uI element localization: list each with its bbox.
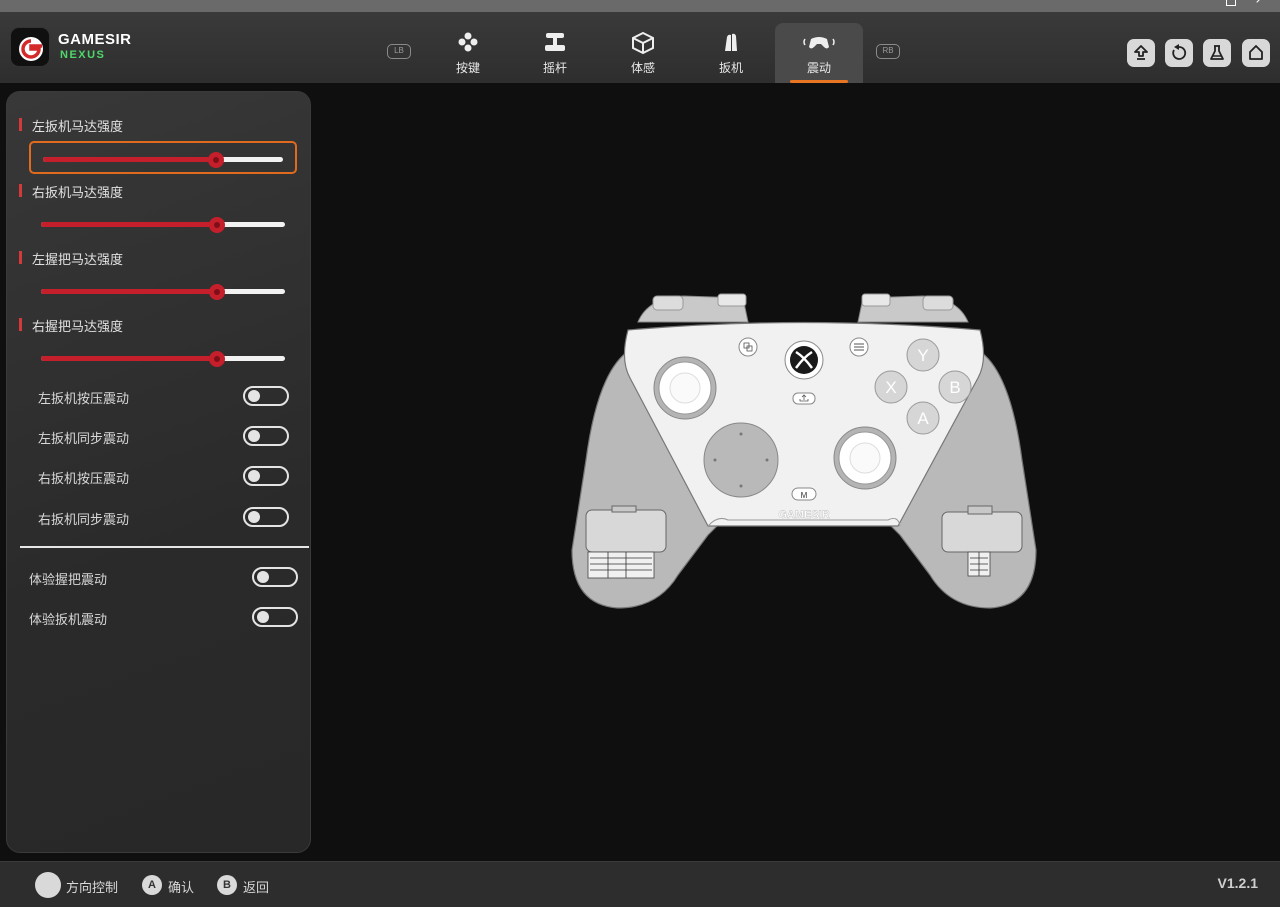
motion-icon [599, 31, 687, 55]
left-trigger-motor-slider[interactable] [29, 141, 297, 174]
tab-label: 扳机 [718, 61, 743, 75]
tab-joystick[interactable]: 摇杆 [511, 23, 599, 83]
right-grip-motor-label: 右握把马达强度 [19, 316, 123, 335]
left-trigger-sync-vibration-label: 左扳机同步震动 [38, 432, 130, 447]
slider-knob[interactable] [208, 350, 225, 367]
tab-label: 体感 [630, 61, 655, 75]
left-trigger-press-vibration-toggle[interactable] [243, 386, 289, 406]
vibration-icon [775, 31, 863, 55]
left-trigger-motor-label: 左扳机马达强度 [19, 116, 123, 135]
back-hint-label: 返回 [243, 881, 270, 896]
slider-track [41, 283, 285, 300]
slider-fill [41, 222, 217, 227]
test-grip-vibration-toggle[interactable] [252, 567, 298, 587]
home-button[interactable] [1242, 39, 1270, 67]
lb-bumper-indicator[interactable]: LB [387, 44, 411, 59]
svg-text:GAMESIR: GAMESIR [778, 509, 829, 521]
restore-window-icon[interactable] [1226, 0, 1236, 6]
brand-name: GAMESIR [58, 31, 132, 48]
right-trigger-sync-vibration-label: 右扳机同步震动 [38, 513, 130, 528]
close-window-icon[interactable] [1256, 0, 1268, 8]
buttons-icon [424, 31, 512, 55]
upload-icon [1134, 45, 1148, 60]
tab-vibration[interactable]: 震动 [775, 23, 863, 83]
tab-label: 摇杆 [542, 61, 567, 75]
svg-text:Y: Y [917, 346, 928, 365]
right-trigger-motor-label: 右扳机马达强度 [19, 182, 123, 201]
app-version: V1.2.1 [1217, 875, 1258, 891]
slider-fill [41, 356, 217, 361]
flask-icon [1210, 45, 1224, 60]
tab-trigger[interactable]: 扳机 [687, 23, 775, 83]
slider-track [41, 216, 285, 233]
slider-knob[interactable] [208, 216, 225, 233]
svg-text:A: A [917, 409, 929, 428]
left-grip-motor-label: 左握把马达强度 [19, 249, 123, 268]
right-trigger-press-vibration-toggle[interactable] [243, 466, 289, 486]
controller-illustration: M Y X B A GAMESIR [571, 293, 1037, 609]
slider-fill [41, 289, 217, 294]
gamesir-logo [10, 27, 50, 67]
svg-text:X: X [885, 378, 896, 397]
slider-knob[interactable] [208, 283, 225, 300]
b-button-icon: B [217, 875, 237, 895]
direction-hint-label: 方向控制 [66, 881, 119, 896]
confirm-hint-label: 确认 [168, 881, 195, 896]
svg-text:B: B [949, 378, 960, 397]
right-trigger-press-vibration-label: 右扳机按压震动 [38, 472, 130, 487]
direction-stick-icon [35, 872, 61, 898]
window-titlebar [0, 0, 1280, 12]
test-trigger-vibration-label: 体验扳机震动 [29, 613, 108, 628]
upload-button[interactable] [1127, 39, 1155, 67]
tab-motion[interactable]: 体感 [599, 23, 687, 83]
reset-icon [1172, 44, 1187, 60]
rb-bumper-indicator[interactable]: RB [876, 44, 900, 59]
right-trigger-sync-vibration-toggle[interactable] [243, 507, 289, 527]
tab-buttons[interactable]: 按键 [424, 23, 512, 83]
test-button[interactable] [1203, 39, 1231, 67]
slider-knob[interactable] [207, 151, 224, 168]
footer-hint-bar: 方向控制 A 确认 B 返回 V1.2.1 [0, 861, 1280, 907]
test-grip-vibration-label: 体验握把震动 [29, 573, 108, 588]
vibration-settings-panel: 左扳机马达强度 右扳机马达强度 左握把马达强度 右握把马达强度 左扳机按压震动 … [6, 91, 311, 853]
home-icon [1249, 45, 1263, 60]
joystick-icon [511, 31, 599, 55]
section-divider [20, 546, 309, 548]
slider-track [43, 151, 283, 168]
right-trigger-motor-slider[interactable] [29, 208, 297, 241]
left-grip-motor-slider[interactable] [29, 275, 297, 308]
top-navigation: GAMESIR NEXUS LB 按键 摇杆 体感 扳机 震动 RB [0, 12, 1280, 83]
trigger-icon [687, 31, 775, 55]
svg-text:M: M [801, 491, 808, 500]
left-trigger-press-vibration-label: 左扳机按压震动 [38, 392, 130, 407]
tab-label: 按键 [455, 61, 480, 75]
right-grip-motor-slider[interactable] [29, 342, 297, 375]
reset-button[interactable] [1165, 39, 1193, 67]
slider-fill [43, 157, 216, 162]
test-trigger-vibration-toggle[interactable] [252, 607, 298, 627]
brand-subtitle: NEXUS [60, 49, 106, 61]
a-button-icon: A [142, 875, 162, 895]
slider-track [41, 350, 285, 367]
left-trigger-sync-vibration-toggle[interactable] [243, 426, 289, 446]
tab-label: 震动 [806, 61, 831, 75]
